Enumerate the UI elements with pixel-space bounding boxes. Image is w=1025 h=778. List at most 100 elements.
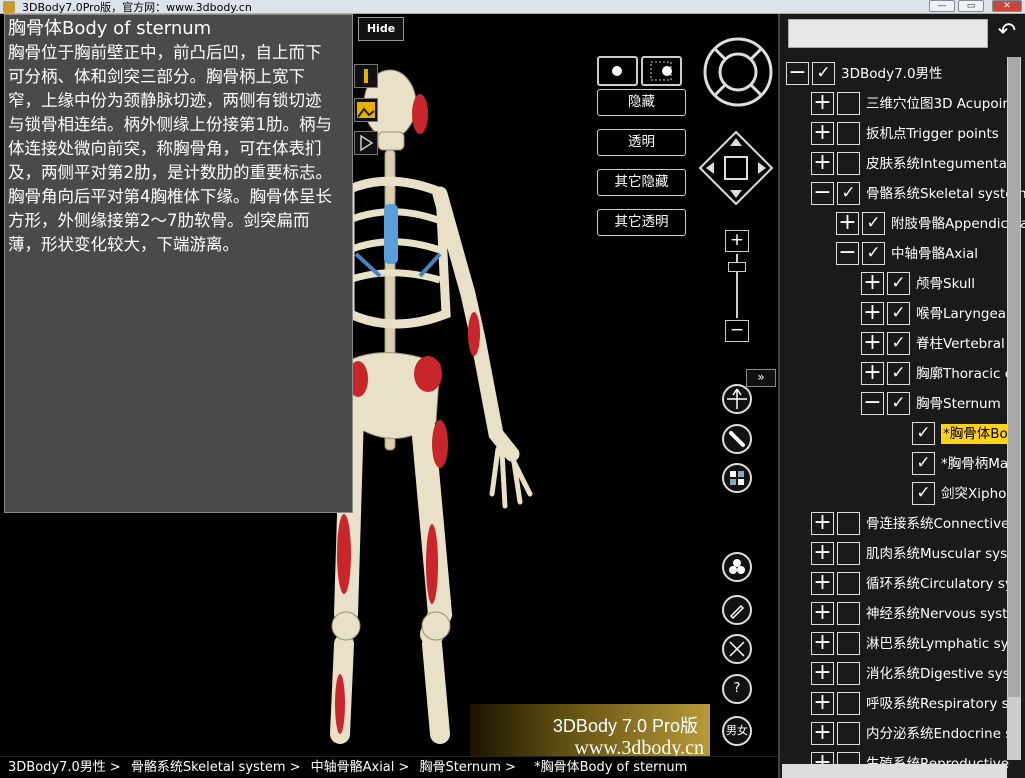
watermark-url: www.3dbody.cn [574,737,704,756]
hide-part-button[interactable]: 隐藏 [597,89,686,116]
expand-icon[interactable]: + [811,632,834,655]
expand-icon[interactable]: + [861,332,884,355]
visibility-checkbox[interactable]: ✓ [887,302,910,325]
visibility-checkbox[interactable] [837,542,860,565]
scrollbar-thumb[interactable] [1008,57,1020,697]
info-tool-button[interactable] [354,64,378,88]
expand-icon[interactable]: + [811,152,834,175]
expand-icon[interactable]: + [811,602,834,625]
play-icon [360,134,374,152]
visibility-checkbox[interactable] [837,662,860,685]
expand-icon[interactable]: + [811,572,834,595]
gender-toggle-button[interactable]: 男女 [722,716,752,746]
visibility-checkbox[interactable]: ✓ [862,242,885,265]
tree-item-label: 消化系统Digestive syst [866,666,1016,682]
collapse-icon[interactable]: − [811,182,834,205]
visibility-checkbox[interactable] [837,722,860,745]
app-icon [3,1,15,13]
hide-others-button[interactable]: 其它隐藏 [597,169,686,196]
visibility-checkbox[interactable] [837,602,860,625]
expand-icon[interactable]: + [811,662,834,685]
systems-button[interactable] [722,552,752,582]
visibility-checkbox[interactable] [837,152,860,175]
title-bar: 3DBody7.0Pro版，官方网：www.3dbody.cn — ▭ ✕ [0,0,1025,14]
expand-icon[interactable]: + [811,692,834,715]
visibility-checkbox[interactable]: ✓ [887,332,910,355]
transparent-others-button[interactable]: 其它透明 [597,209,686,236]
visibility-checkbox[interactable]: ✓ [912,452,935,475]
tree-item-label: 附肢骨骼Appendicular [891,216,1025,232]
image-icon [357,102,375,118]
expand-icon[interactable]: + [811,542,834,565]
search-input[interactable] [788,19,988,48]
visibility-checkbox[interactable]: ✓ [837,182,860,205]
info-icon [364,69,368,83]
visibility-checkbox[interactable]: ✓ [887,392,910,415]
tree-horizontal-scrollbar[interactable] [782,764,1007,778]
breadcrumb: 3DBody7.0男性 > 骨骼系统Skeletal system > 中轴骨骼Ax… [0,756,778,778]
collapse-icon[interactable]: − [861,392,884,415]
visibility-checkbox[interactable]: ✓ [912,422,935,445]
zoom-slider-handle[interactable] [728,262,746,272]
visibility-checkbox[interactable]: ✓ [812,62,835,85]
expand-icon[interactable]: + [811,722,834,745]
breadcrumb-item[interactable]: 骨骼系统Skeletal system [131,760,286,775]
expand-icon[interactable]: + [811,122,834,145]
close-button[interactable]: ✕ [992,0,1022,12]
breadcrumb-item[interactable]: 中轴骨骼Axial [311,760,395,775]
expand-panel-button[interactable]: » [746,369,776,387]
tree-item-label: 三维穴位图3D Acupoint [866,96,1017,112]
visibility-checkbox[interactable]: ✓ [887,272,910,295]
tree-item-label: 内分泌系统Endocrine s [866,726,1013,742]
dot-icon [612,66,622,76]
fullscreen-button[interactable] [722,634,752,664]
tree-item-label: 骨连接系统Connective [866,516,1010,532]
zoom-out-button[interactable]: − [725,320,749,342]
expand-icon[interactable]: + [811,512,834,535]
minimize-button[interactable]: — [929,0,955,12]
zoom-in-button[interactable]: + [725,230,749,252]
help-button[interactable]: ? [722,674,752,704]
visibility-checkbox[interactable] [837,632,860,655]
visibility-checkbox[interactable]: ✓ [912,482,935,505]
tree-item-label: 神经系统Nervous syste [866,606,1016,622]
expand-icon[interactable]: + [861,272,884,295]
tree-item-label: 肌肉系统Muscular syste [866,546,1021,562]
tree-item-label: 喉骨Laryngeal [916,306,1010,322]
breadcrumb-item[interactable]: 3DBody7.0男性 [8,760,106,775]
visibility-checkbox[interactable] [837,122,860,145]
breadcrumb-item[interactable]: 胸骨Sternum [419,760,501,775]
visibility-checkbox[interactable] [837,572,860,595]
visibility-checkbox[interactable] [837,512,860,535]
layers-button[interactable] [722,463,752,493]
tree-vertical-scrollbar[interactable] [1007,57,1021,760]
tree-item-label: 呼吸系统Respiratory sy [866,696,1017,712]
hide-info-button[interactable]: Hide [358,17,404,41]
bone-tool-button[interactable] [722,424,752,454]
undo-icon[interactable]: ↶ [994,20,1020,46]
play-tool-button[interactable] [354,131,378,155]
visibility-checkbox[interactable]: ✓ [887,362,910,385]
info-title: 胸骨体Body of sternum [8,18,212,39]
collapse-icon[interactable]: − [836,242,859,265]
visibility-checkbox[interactable] [837,692,860,715]
breadcrumb-item[interactable]: *胸骨体Body of sternum [534,760,687,775]
annotate-button[interactable] [722,595,752,625]
transparent-part-button[interactable]: 透明 [597,129,686,156]
visibility-checkbox[interactable] [837,92,860,115]
view-mode-solid-button[interactable] [597,56,638,86]
expand-icon[interactable]: + [836,212,859,235]
pan-control-icon[interactable] [698,130,774,206]
image-tool-button[interactable] [354,98,378,122]
tree-item-label: 循环系统Circulatory sy [866,576,1013,592]
reset-view-button[interactable] [722,384,752,414]
expand-icon[interactable]: + [861,362,884,385]
expand-icon[interactable]: + [811,92,834,115]
expand-icon[interactable]: + [861,302,884,325]
collapse-icon[interactable]: − [786,62,809,85]
rotate-ring-icon[interactable] [702,36,774,108]
visibility-checkbox[interactable]: ✓ [862,212,885,235]
window-title: 3DBody7.0Pro版，官方网：www.3dbody.cn [22,1,252,14]
maximize-button[interactable]: ▭ [958,0,984,12]
view-mode-clip-button[interactable] [641,56,682,86]
